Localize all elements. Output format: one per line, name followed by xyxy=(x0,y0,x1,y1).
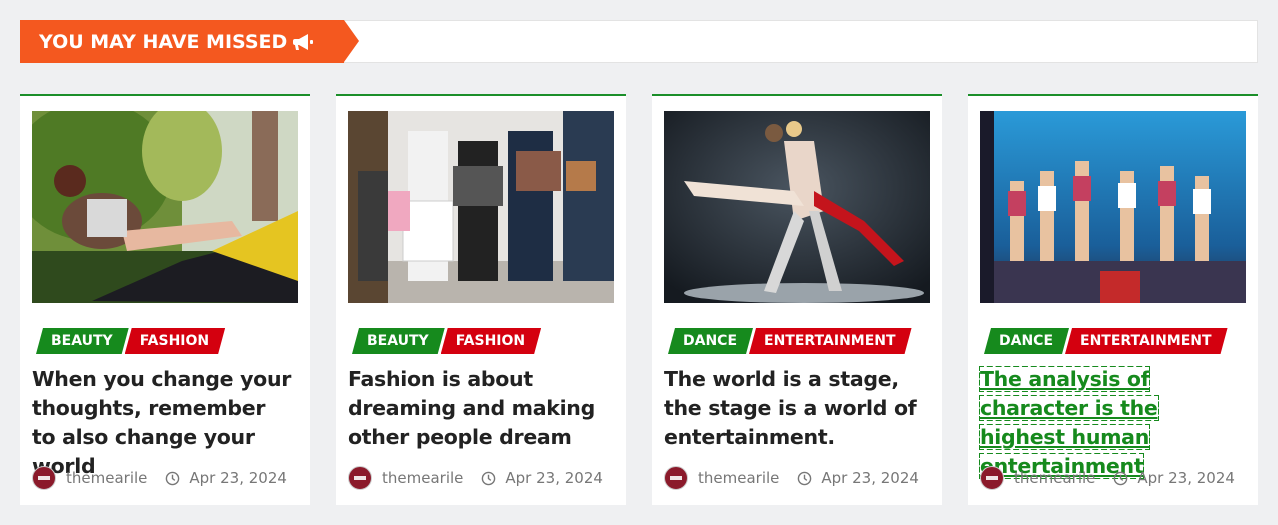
post-thumbnail[interactable] xyxy=(664,111,930,303)
post-date[interactable]: Apr 23, 2024 xyxy=(1137,469,1235,487)
stage-dance-group-photo xyxy=(980,111,1246,303)
post-meta: themearile Apr 23, 2024 xyxy=(664,466,919,490)
category-dance[interactable]: DANCE xyxy=(984,328,1069,354)
author-link[interactable]: themearile xyxy=(66,469,147,487)
post-thumbnail[interactable] xyxy=(980,111,1246,303)
clock-icon xyxy=(482,471,496,485)
post-card: DANCE ENTERTAINMENT The world is a stage… xyxy=(652,94,942,505)
category-tags: DANCE ENTERTAINMENT xyxy=(984,328,1224,354)
post-date[interactable]: Apr 23, 2024 xyxy=(505,469,603,487)
avatar[interactable] xyxy=(980,466,1004,490)
shoppers-with-bags-photo xyxy=(348,111,614,303)
theme-arile-logo-icon xyxy=(984,470,1000,486)
theme-arile-logo-icon xyxy=(352,470,368,486)
post-title[interactable]: The analysis of character is the highest… xyxy=(979,365,1242,481)
post-title-link[interactable]: The analysis of character is the highest… xyxy=(979,366,1159,479)
author-link[interactable]: themearile xyxy=(1014,469,1095,487)
category-beauty[interactable]: BEAUTY xyxy=(36,328,129,354)
post-meta: themearile Apr 23, 2024 xyxy=(348,466,603,490)
section-title-text: YOU MAY HAVE MISSED xyxy=(39,30,288,53)
post-title[interactable]: The world is a stage, the stage is a wor… xyxy=(664,365,926,452)
category-tags: BEAUTY FASHION xyxy=(352,328,537,354)
clock-icon xyxy=(798,471,812,485)
post-card: BEAUTY FASHION Fashion is about dreaming… xyxy=(336,94,626,505)
megaphone-icon xyxy=(293,33,314,50)
clock-icon xyxy=(166,471,180,485)
section-title: YOU MAY HAVE MISSED xyxy=(20,20,359,63)
post-title[interactable]: When you change your thoughts, remember … xyxy=(32,365,294,481)
category-entertainment[interactable]: ENTERTAINMENT xyxy=(749,328,912,354)
category-entertainment[interactable]: ENTERTAINMENT xyxy=(1065,328,1228,354)
section-header: YOU MAY HAVE MISSED xyxy=(20,20,1258,63)
post-thumbnail[interactable] xyxy=(348,111,614,303)
avatar[interactable] xyxy=(664,466,688,490)
post-title[interactable]: Fashion is about dreaming and making oth… xyxy=(348,365,610,452)
post-thumbnail[interactable] xyxy=(32,111,298,303)
post-date[interactable]: Apr 23, 2024 xyxy=(821,469,919,487)
post-card: DANCE ENTERTAINMENT The analysis of char… xyxy=(968,94,1258,505)
ballet-dancers-photo xyxy=(664,111,930,303)
post-meta: themearile Apr 23, 2024 xyxy=(980,466,1235,490)
author-link[interactable]: themearile xyxy=(382,469,463,487)
theme-arile-logo-icon xyxy=(668,470,684,486)
avatar[interactable] xyxy=(32,466,56,490)
category-beauty[interactable]: BEAUTY xyxy=(352,328,445,354)
avatar[interactable] xyxy=(348,466,372,490)
post-card: BEAUTY FASHION When you change your thou… xyxy=(20,94,310,505)
theme-arile-logo-icon xyxy=(36,470,52,486)
category-tags: BEAUTY FASHION xyxy=(36,328,221,354)
woman-on-motorcycle-photo xyxy=(32,111,298,303)
category-dance[interactable]: DANCE xyxy=(668,328,753,354)
post-meta: themearile Apr 23, 2024 xyxy=(32,466,287,490)
post-date[interactable]: Apr 23, 2024 xyxy=(189,469,287,487)
author-link[interactable]: themearile xyxy=(698,469,779,487)
category-fashion[interactable]: FASHION xyxy=(125,328,225,354)
clock-icon xyxy=(1114,471,1128,485)
category-fashion[interactable]: FASHION xyxy=(441,328,541,354)
category-tags: DANCE ENTERTAINMENT xyxy=(668,328,908,354)
